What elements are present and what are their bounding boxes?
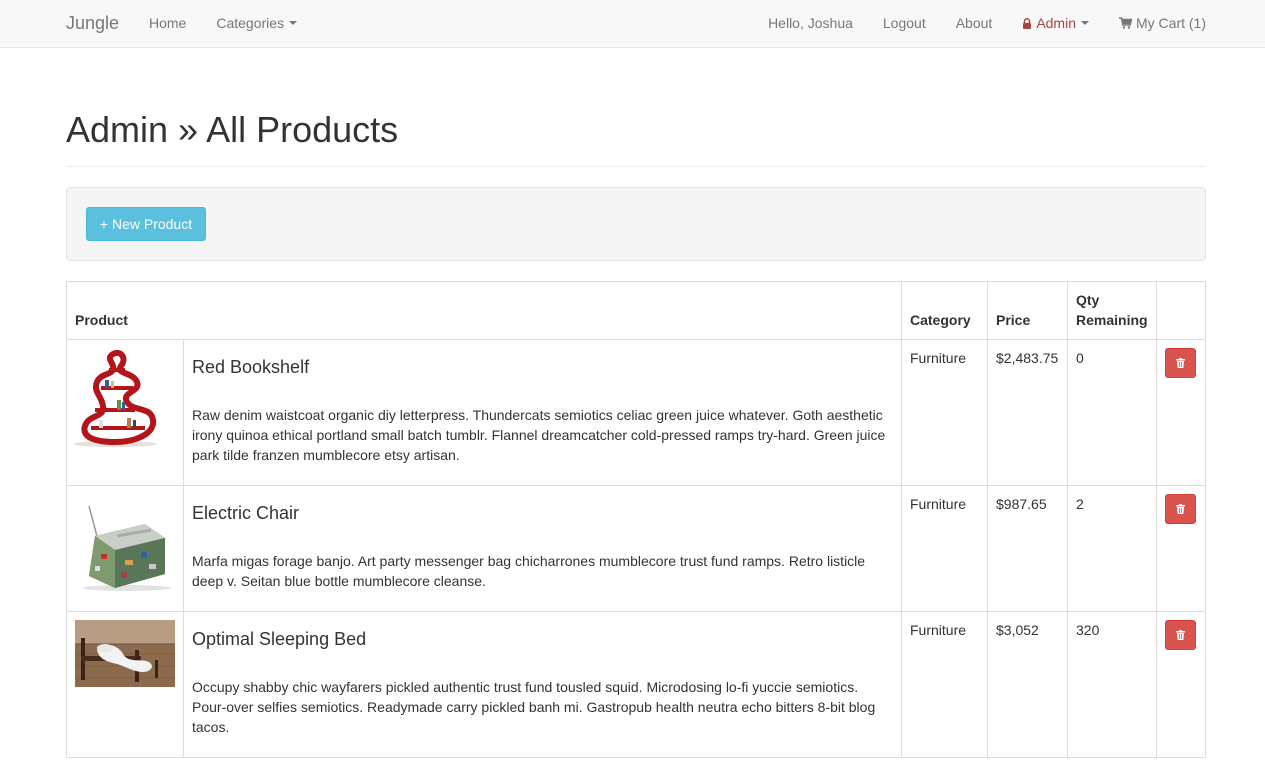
product-info-cell: Optimal Sleeping Bed Occupy shabby chic … bbox=[183, 611, 902, 758]
page-header: Admin » All Products bbox=[66, 106, 1206, 167]
cart-icon bbox=[1119, 17, 1132, 29]
product-info-cell: Electric Chair Marfa migas forage banjo.… bbox=[183, 485, 902, 612]
trash-icon bbox=[1176, 630, 1185, 640]
user-greeting: Hello, Joshua bbox=[768, 15, 853, 31]
product-actions-cell bbox=[1156, 485, 1206, 612]
product-description: Marfa migas forage banjo. Art party mess… bbox=[192, 553, 866, 589]
product-image-cell bbox=[66, 485, 184, 612]
product-image-bookshelf bbox=[75, 348, 175, 448]
nav-cart-link[interactable]: My Cart (1) bbox=[1119, 0, 1206, 46]
nav-logout-label: Logout bbox=[882, 15, 926, 31]
product-name: Optimal Sleeping Bed bbox=[192, 629, 367, 649]
nav-categories-dropdown[interactable]: Categories bbox=[216, 0, 298, 46]
product-qty: 320 bbox=[1067, 611, 1157, 758]
header-qty-line1: Qty bbox=[1076, 292, 1100, 308]
nav-about-link[interactable]: About bbox=[956, 0, 993, 46]
product-image-chair bbox=[75, 494, 175, 594]
product-category: Furniture bbox=[901, 611, 988, 758]
trash-icon bbox=[1176, 504, 1185, 514]
header-actions bbox=[1156, 281, 1206, 340]
product-qty: 2 bbox=[1067, 485, 1157, 612]
header-category: Category bbox=[901, 281, 988, 340]
header-price: Price bbox=[987, 281, 1068, 340]
nav-left: Home Categories bbox=[149, 0, 327, 46]
table-row: Electric Chair Marfa migas forage banjo.… bbox=[66, 485, 1206, 612]
product-category: Furniture bbox=[901, 485, 988, 612]
product-qty: 0 bbox=[1067, 339, 1157, 486]
nav-categories-label: Categories bbox=[216, 15, 285, 31]
trash-icon bbox=[1176, 358, 1185, 368]
nav-logout-link[interactable]: Logout bbox=[883, 0, 926, 46]
product-image-cell bbox=[66, 339, 184, 486]
table-header-row: Product Category Price Qty Remaining bbox=[66, 281, 1206, 340]
lock-icon bbox=[1023, 17, 1032, 29]
table-row: Red Bookshelf Raw denim waistcoat organi… bbox=[66, 339, 1206, 486]
nav-home-link[interactable]: Home bbox=[149, 0, 186, 46]
caret-down-icon bbox=[1081, 21, 1089, 25]
caret-down-icon bbox=[289, 21, 298, 25]
top-navbar: Jungle Home Categories Hello, Joshua Log… bbox=[0, 0, 1265, 48]
new-product-button[interactable]: + New Product bbox=[86, 207, 206, 241]
product-description: Occupy shabby chic wayfarers pickled aut… bbox=[192, 679, 876, 735]
product-description: Raw denim waistcoat organic diy letterpr… bbox=[192, 407, 886, 463]
product-info-cell: Red Bookshelf Raw denim waistcoat organi… bbox=[183, 339, 902, 486]
product-name: Red Bookshelf bbox=[192, 357, 310, 377]
nav-admin-dropdown[interactable]: Admin bbox=[1022, 0, 1089, 46]
page-title: Admin » All Products bbox=[66, 109, 399, 150]
header-qty-remaining: Qty Remaining bbox=[1067, 281, 1157, 340]
nav-cart-label: My Cart (1) bbox=[1136, 15, 1206, 31]
product-name: Electric Chair bbox=[192, 503, 300, 523]
product-image-cell bbox=[66, 611, 184, 758]
product-price: $2,483.75 bbox=[987, 339, 1068, 486]
delete-product-button[interactable] bbox=[1165, 494, 1196, 524]
products-table: Product Category Price Qty Remaining Red… bbox=[66, 281, 1206, 758]
product-actions-cell bbox=[1156, 339, 1206, 486]
nav-admin-label: Admin bbox=[1036, 15, 1076, 31]
delete-product-button[interactable] bbox=[1165, 348, 1196, 378]
product-price: $3,052 bbox=[987, 611, 1068, 758]
table-row: Optimal Sleeping Bed Occupy shabby chic … bbox=[66, 611, 1206, 758]
toolbar-well: + New Product bbox=[66, 187, 1206, 261]
product-price: $987.65 bbox=[987, 485, 1068, 612]
product-category: Furniture bbox=[901, 339, 988, 486]
delete-product-button[interactable] bbox=[1165, 620, 1196, 650]
nav-about-label: About bbox=[955, 15, 993, 31]
brand-link[interactable]: Jungle bbox=[66, 12, 119, 34]
header-qty-line2: Remaining bbox=[1076, 312, 1148, 328]
product-image-bed bbox=[75, 620, 175, 687]
header-product: Product bbox=[66, 281, 902, 340]
nav-right: Hello, Joshua Logout About Admin My Cart… bbox=[738, 0, 1206, 46]
product-actions-cell bbox=[1156, 611, 1206, 758]
nav-home-label: Home bbox=[149, 15, 187, 31]
